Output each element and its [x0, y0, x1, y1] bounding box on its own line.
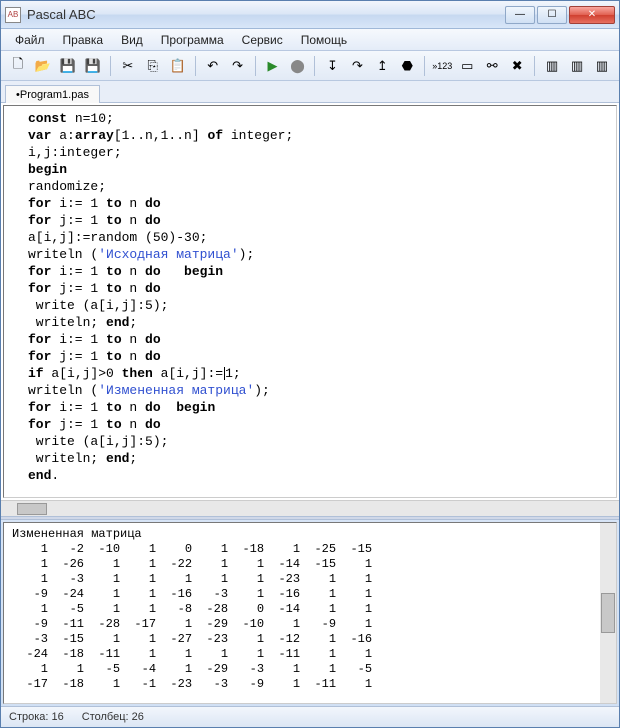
- run-icon[interactable]: ▶: [262, 55, 284, 77]
- watch-icon[interactable]: »123: [431, 55, 453, 77]
- tab-bar: •Program1.pas: [1, 81, 619, 103]
- separator: [424, 56, 425, 76]
- cut-icon[interactable]: ✂: [117, 55, 139, 77]
- minimize-button[interactable]: —: [505, 6, 535, 24]
- output-row: -24 -18 -11 1 1 1 1 -11 1 1: [12, 647, 608, 662]
- separator: [314, 56, 315, 76]
- output-row: 1 1 -5 -4 1 -29 -3 1 1 -5: [12, 662, 608, 677]
- maximize-button[interactable]: ☐: [537, 6, 567, 24]
- titlebar[interactable]: AB Pascal ABC — ☐ ✕: [1, 1, 619, 29]
- output-row: -17 -18 1 -1 -23 -3 -9 1 -11 1: [12, 677, 608, 692]
- menu-bar: Файл Правка Вид Программа Сервис Помощь: [1, 29, 619, 51]
- output-row: 1 -3 1 1 1 1 1 -23 1 1: [12, 572, 608, 587]
- menu-view[interactable]: Вид: [113, 31, 151, 49]
- close-button[interactable]: ✕: [569, 6, 615, 24]
- separator: [255, 56, 256, 76]
- undo-icon[interactable]: ↶: [202, 55, 224, 77]
- window-controls: — ☐ ✕: [505, 6, 615, 24]
- window-icon[interactable]: ▭: [456, 55, 478, 77]
- horizontal-scrollbar[interactable]: [1, 500, 619, 516]
- output-row: -9 -24 1 1 -16 -3 1 -16 1 1: [12, 587, 608, 602]
- window-title: Pascal ABC: [27, 7, 505, 22]
- cancel-icon[interactable]: ✖: [506, 55, 528, 77]
- toolbar: 🗋 📂 💾 💾 ✂ ⎘ 📋 ↶ ↷ ▶ ⬤ ↧ ↷ ↥ ⬣ »123 ▭ ⚯ ✖…: [1, 51, 619, 81]
- step-over-icon[interactable]: ↷: [346, 55, 368, 77]
- app-window: AB Pascal ABC — ☐ ✕ Файл Правка Вид Прог…: [0, 0, 620, 728]
- paste-icon[interactable]: 📋: [167, 55, 189, 77]
- copy-icon[interactable]: ⎘: [142, 55, 164, 77]
- output-panel[interactable]: Измененная матрица 1 -2 -10 1 0 1 -18 1 …: [3, 522, 617, 704]
- status-line: Строка: 16: [9, 711, 64, 723]
- output-row: -3 -15 1 1 -27 -23 1 -12 1 -16: [12, 632, 608, 647]
- scroll-thumb[interactable]: [17, 503, 47, 515]
- step-into-icon[interactable]: ↧: [321, 55, 343, 77]
- save-icon[interactable]: 💾: [57, 55, 79, 77]
- output-row: 1 -26 1 1 -22 1 1 -14 -15 1: [12, 557, 608, 572]
- menu-file[interactable]: Файл: [7, 31, 53, 49]
- save-all-icon[interactable]: 💾: [82, 55, 104, 77]
- breakpoint-icon[interactable]: ⬣: [396, 55, 418, 77]
- separator: [110, 56, 111, 76]
- app-icon: AB: [5, 7, 21, 23]
- output-row: -9 -11 -28 -17 1 -29 -10 1 -9 1: [12, 617, 608, 632]
- status-column: Столбец: 26: [82, 711, 144, 723]
- panel2-icon[interactable]: ▥: [566, 55, 588, 77]
- menu-program[interactable]: Программа: [153, 31, 232, 49]
- scroll-thumb[interactable]: [601, 593, 615, 633]
- menu-help[interactable]: Помощь: [293, 31, 355, 49]
- editor-area: const n=10; var a:array[1..n,1..n] of in…: [1, 103, 619, 516]
- step-out-icon[interactable]: ↥: [371, 55, 393, 77]
- new-file-icon[interactable]: 🗋: [7, 55, 29, 77]
- status-bar: Строка: 16 Столбец: 26: [1, 706, 619, 727]
- output-row: 1 -2 -10 1 0 1 -18 1 -25 -15: [12, 542, 608, 557]
- menu-service[interactable]: Сервис: [234, 31, 291, 49]
- output-title: Измененная матрица: [12, 527, 608, 542]
- code-editor[interactable]: const n=10; var a:array[1..n,1..n] of in…: [3, 105, 617, 498]
- menu-edit[interactable]: Правка: [55, 31, 112, 49]
- vertical-scrollbar[interactable]: [600, 523, 616, 703]
- separator: [195, 56, 196, 76]
- output-row: 1 -5 1 1 -8 -28 0 -14 1 1: [12, 602, 608, 617]
- link-icon[interactable]: ⚯: [481, 55, 503, 77]
- panel3-icon[interactable]: ▥: [591, 55, 613, 77]
- splitter-handle[interactable]: [1, 516, 619, 520]
- redo-icon[interactable]: ↷: [227, 55, 249, 77]
- open-file-icon[interactable]: 📂: [32, 55, 54, 77]
- stop-icon[interactable]: ⬤: [287, 55, 309, 77]
- separator: [534, 56, 535, 76]
- tab-program1[interactable]: •Program1.pas: [5, 85, 100, 103]
- panel1-icon[interactable]: ▥: [541, 55, 563, 77]
